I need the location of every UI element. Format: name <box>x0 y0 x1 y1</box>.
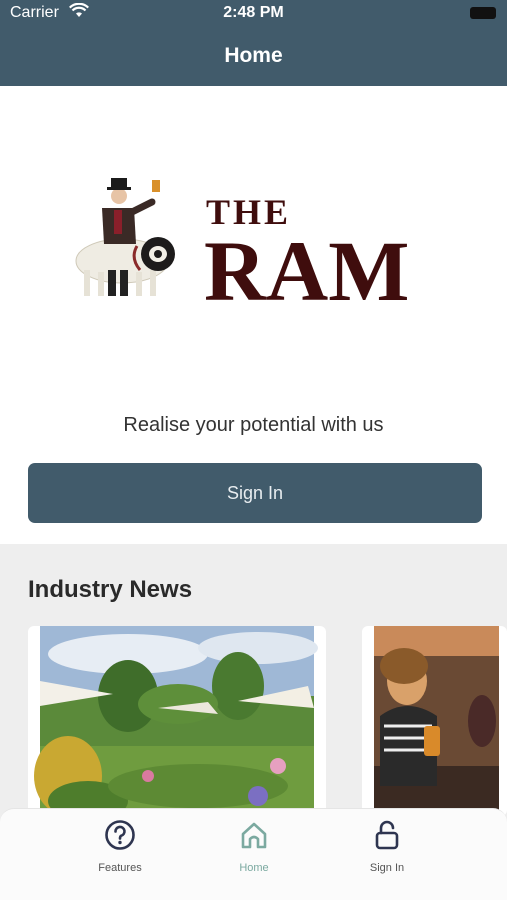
question-circle-icon <box>105 820 135 850</box>
tab-features[interactable]: Features <box>60 819 180 874</box>
logo-ram-text: RAM <box>204 223 409 306</box>
industry-news-title: Industry News <box>28 576 193 603</box>
news-card[interactable] <box>28 626 326 816</box>
news-image-pub <box>374 626 499 816</box>
lock-icon <box>375 820 399 850</box>
the-ram-logo: THE RAM <box>74 166 436 319</box>
home-icon <box>241 822 267 849</box>
industry-news-section: Industry News <box>0 544 507 844</box>
news-image-garden <box>34 626 318 816</box>
battery-icon <box>470 7 496 19</box>
tab-sign-in[interactable]: Sign In <box>327 819 447 874</box>
sign-in-button[interactable]: Sign In <box>28 463 482 523</box>
status-bar: Carrier 2:48 PM <box>0 0 507 28</box>
tab-home[interactable]: Home <box>194 819 314 874</box>
page-title: Home <box>224 44 283 67</box>
tagline: Realise your potential with us <box>123 414 384 436</box>
nav-bar: Home <box>0 28 507 86</box>
tab-bar: Features Home Sign In <box>0 808 507 900</box>
news-card[interactable] <box>362 626 507 816</box>
status-time: 2:48 PM <box>223 4 284 21</box>
tab-sign-in-label: Sign In <box>369 862 405 874</box>
tab-features-label: Features <box>98 862 142 874</box>
tab-home-label: Home <box>239 862 269 874</box>
